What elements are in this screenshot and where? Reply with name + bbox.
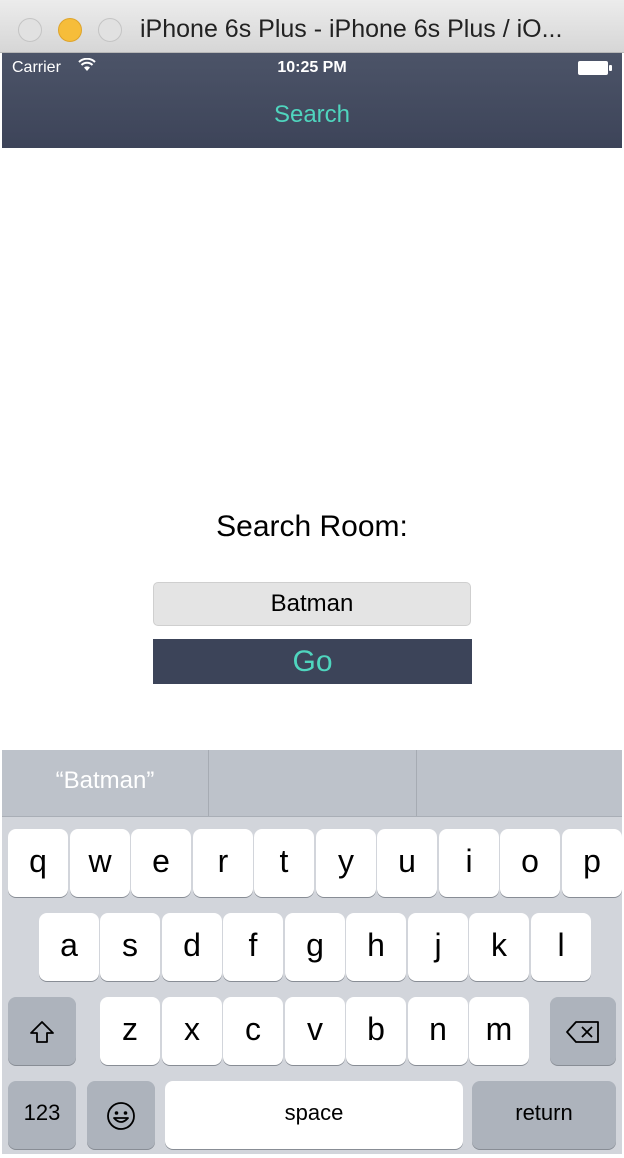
- key-b[interactable]: b: [346, 997, 406, 1065]
- key-h[interactable]: h: [346, 913, 406, 981]
- key-g[interactable]: g: [285, 913, 345, 981]
- delete-key[interactable]: [550, 997, 616, 1065]
- key-v[interactable]: v: [285, 997, 345, 1065]
- key-c[interactable]: c: [223, 997, 283, 1065]
- emoji-icon: [107, 1101, 135, 1130]
- suggestion-1[interactable]: “Batman”: [2, 750, 208, 816]
- key-u[interactable]: u: [377, 829, 437, 897]
- key-i[interactable]: i: [439, 829, 499, 897]
- key-r[interactable]: r: [193, 829, 253, 897]
- space-key[interactable]: space: [165, 1081, 463, 1149]
- predictive-bar: “Batman”: [2, 750, 622, 817]
- key-s[interactable]: s: [100, 913, 160, 981]
- navigation-bar: Carrier 10:25 PM Search: [2, 53, 622, 148]
- nav-title: Search: [273, 101, 351, 128]
- shift-arrow-icon: [30, 1020, 54, 1043]
- key-z[interactable]: z: [100, 997, 160, 1065]
- search-room-input[interactable]: Batman: [153, 582, 471, 626]
- shift-key[interactable]: [8, 997, 76, 1065]
- key-m[interactable]: m: [469, 997, 529, 1065]
- keyboard: “Batman” q w e r t y u i o p a s d f g h…: [2, 750, 622, 1154]
- window-minimize-button[interactable]: [58, 18, 82, 42]
- status-time: 10:25 PM: [277, 59, 347, 76]
- battery-icon: [578, 61, 612, 75]
- key-e[interactable]: e: [131, 829, 191, 897]
- go-button[interactable]: Go: [153, 639, 472, 684]
- main-content: Search Room: Batman Go: [2, 148, 622, 750]
- key-n[interactable]: n: [408, 997, 468, 1065]
- key-x[interactable]: x: [162, 997, 222, 1065]
- key-t[interactable]: t: [254, 829, 314, 897]
- window-zoom-button[interactable]: [98, 18, 122, 42]
- key-k[interactable]: k: [469, 913, 529, 981]
- key-a[interactable]: a: [39, 913, 99, 981]
- suggestion-2[interactable]: [209, 750, 416, 816]
- window-title: iPhone 6s Plus - iPhone 6s Plus / iO...: [140, 15, 563, 43]
- key-q[interactable]: q: [8, 829, 68, 897]
- key-o[interactable]: o: [500, 829, 560, 897]
- key-y[interactable]: y: [316, 829, 376, 897]
- key-j[interactable]: j: [408, 913, 468, 981]
- key-l[interactable]: l: [531, 913, 591, 981]
- key-d[interactable]: d: [162, 913, 222, 981]
- window-close-button[interactable]: [18, 18, 42, 42]
- key-w[interactable]: w: [70, 829, 130, 897]
- key-f[interactable]: f: [223, 913, 283, 981]
- window-titlebar: iPhone 6s Plus - iPhone 6s Plus / iO...: [0, 0, 624, 53]
- emoji-key[interactable]: [87, 1081, 155, 1149]
- suggestion-3[interactable]: [417, 750, 622, 816]
- key-p[interactable]: p: [562, 829, 622, 897]
- backspace-icon: [566, 1020, 599, 1043]
- return-key[interactable]: return: [472, 1081, 616, 1149]
- search-room-label: Search Room:: [216, 510, 408, 543]
- numbers-key[interactable]: 123: [8, 1081, 76, 1149]
